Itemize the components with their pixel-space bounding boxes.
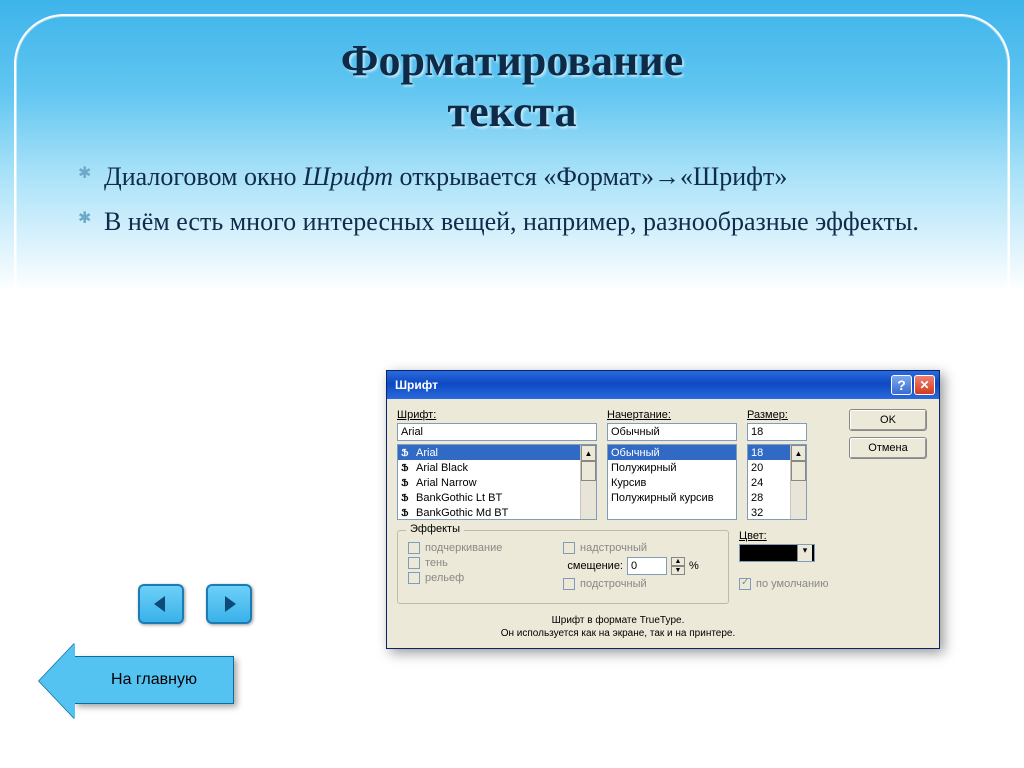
- truetype-icon: Ֆ: [401, 508, 413, 518]
- next-button[interactable]: [206, 584, 252, 624]
- close-button[interactable]: ✕: [914, 375, 935, 395]
- style-listbox[interactable]: Обычный Полужирный Курсив Полужирный кур…: [607, 444, 737, 520]
- offset-input[interactable]: 0: [627, 557, 667, 575]
- scroll-up-icon[interactable]: ▲: [581, 445, 596, 461]
- scroll-thumb[interactable]: [581, 461, 596, 481]
- list-item[interactable]: Курсив: [608, 475, 736, 490]
- help-button[interactable]: ?: [891, 375, 912, 395]
- scroll-thumb[interactable]: [791, 461, 806, 481]
- list-item[interactable]: Обычный: [608, 445, 736, 460]
- truetype-icon: Ֆ: [401, 493, 413, 503]
- offset-suffix: %: [689, 560, 699, 572]
- font-dialog: Шрифт ? ✕ Шрифт: Arial ՖArial ՖArial Bla…: [386, 370, 940, 649]
- home-button[interactable]: На главную: [74, 656, 234, 704]
- dialog-footer: Шрифт в формате TrueType. Он используетс…: [397, 614, 839, 640]
- bullet-list: Диалоговом окно Шрифт открывается «Форма…: [46, 159, 978, 239]
- offset-spinner[interactable]: ▲▼: [671, 557, 685, 575]
- truetype-icon: Ֆ: [401, 448, 413, 458]
- bullet-item: В нём есть много интересных вещей, напри…: [104, 204, 978, 239]
- list-item[interactable]: ՖArial Black: [398, 460, 596, 475]
- truetype-icon: Ֆ: [401, 463, 413, 473]
- default-checkbox[interactable]: ✓ по умолчанию: [739, 578, 839, 590]
- size-listbox[interactable]: 18 20 24 28 32 ▲: [747, 444, 807, 520]
- scrollbar[interactable]: ▲: [790, 445, 806, 519]
- effects-group: Эффекты подчеркивание тень рельеф надстр…: [397, 530, 729, 604]
- ok-button[interactable]: OK: [849, 409, 927, 431]
- dialog-title: Шрифт: [395, 378, 889, 392]
- offset-label: смещение:: [563, 560, 623, 572]
- slide-title: Форматирование текста: [46, 36, 978, 137]
- cancel-button[interactable]: Отмена: [849, 437, 927, 459]
- effects-legend: Эффекты: [406, 523, 464, 535]
- scroll-up-icon[interactable]: ▲: [791, 445, 806, 461]
- subscript-checkbox[interactable]: подстрочный: [563, 578, 718, 590]
- list-item[interactable]: ՖBankGothic Lt BT: [398, 490, 596, 505]
- bullet-item: Диалоговом окно Шрифт открывается «Форма…: [104, 159, 978, 194]
- color-label: Цвет:: [739, 530, 839, 542]
- truetype-icon: Ֆ: [401, 478, 413, 488]
- font-input[interactable]: Arial: [397, 423, 597, 441]
- underline-checkbox[interactable]: подчеркивание: [408, 542, 563, 554]
- font-listbox[interactable]: ՖArial ՖArial Black ՖArial Narrow ՖBankG…: [397, 444, 597, 520]
- size-label: Размер:: [747, 409, 807, 421]
- size-input[interactable]: 18: [747, 423, 807, 441]
- superscript-checkbox[interactable]: надстрочный: [563, 542, 718, 554]
- color-picker[interactable]: [739, 544, 815, 562]
- dialog-titlebar[interactable]: Шрифт ? ✕: [387, 371, 939, 399]
- list-item[interactable]: Полужирный курсив: [608, 490, 736, 505]
- list-item[interactable]: Полужирный: [608, 460, 736, 475]
- list-item[interactable]: ՖArial: [398, 445, 596, 460]
- font-label: Шрифт:: [397, 409, 597, 421]
- shadow-checkbox[interactable]: тень: [408, 557, 563, 569]
- home-label: На главную: [111, 671, 197, 689]
- list-item[interactable]: ՖArial Narrow: [398, 475, 596, 490]
- relief-checkbox[interactable]: рельеф: [408, 572, 563, 584]
- scrollbar[interactable]: ▲: [580, 445, 596, 519]
- prev-button[interactable]: [138, 584, 184, 624]
- style-input[interactable]: Обычный: [607, 423, 737, 441]
- style-label: Начертание:: [607, 409, 737, 421]
- list-item[interactable]: ՖBankGothic Md BT: [398, 505, 596, 520]
